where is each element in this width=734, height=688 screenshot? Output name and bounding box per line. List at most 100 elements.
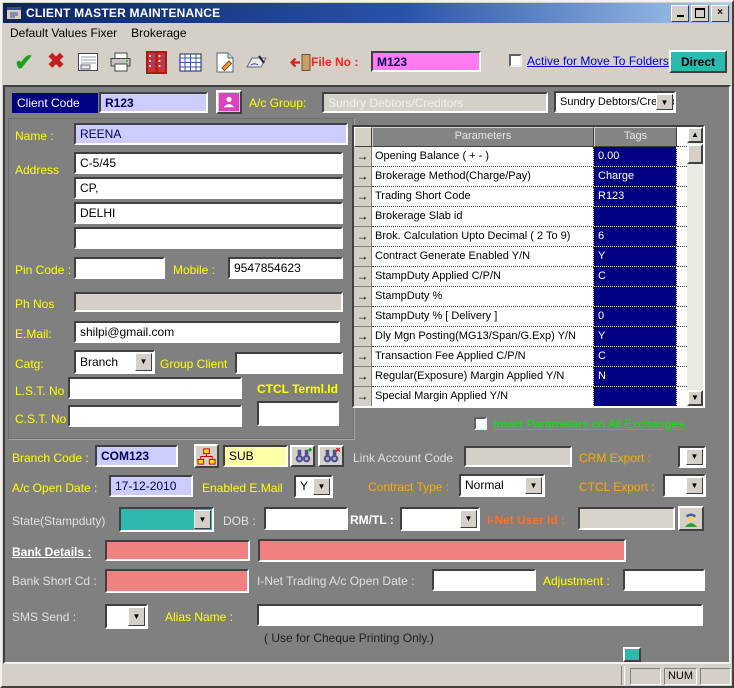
- form-icon[interactable]: [75, 49, 101, 75]
- sms-send-dropdown[interactable]: ▼: [105, 604, 148, 629]
- tag-cell[interactable]: [594, 287, 677, 307]
- active-move-label[interactable]: Active for Move To Folders: [527, 54, 669, 68]
- tag-cell[interactable]: N: [594, 367, 677, 387]
- table-row[interactable]: →StampDuty % [ Delivery ]0: [354, 307, 687, 327]
- address-line-3[interactable]: DELHI: [74, 202, 343, 224]
- row-arrow-icon[interactable]: →: [354, 327, 372, 347]
- state-stampduty-dropdown[interactable]: ▼: [119, 507, 214, 532]
- close-button[interactable]: ×: [711, 5, 729, 22]
- bank-details-field-2[interactable]: [258, 539, 626, 562]
- chevron-down-icon[interactable]: ▼: [686, 449, 703, 465]
- row-arrow-icon[interactable]: →: [354, 367, 372, 387]
- catg-dropdown[interactable]: Branch ▼: [74, 350, 155, 374]
- scroll-up-icon[interactable]: ▲: [687, 127, 703, 143]
- table-row[interactable]: →Brok. Calculation Upto Decimal ( 2 To 9…: [354, 227, 687, 247]
- chevron-down-icon[interactable]: ▼: [128, 607, 145, 626]
- email-field[interactable]: shilpi@gmail.com: [74, 321, 340, 343]
- tag-cell[interactable]: Y: [594, 247, 677, 267]
- pin-code-field[interactable]: [74, 257, 165, 279]
- bank-details-field-1[interactable]: [105, 540, 250, 561]
- tags-header[interactable]: Tags: [594, 127, 677, 147]
- table-row[interactable]: →Regular(Exposure) Margin Applied Y/NN: [354, 367, 687, 387]
- tag-cell[interactable]: 0: [594, 307, 677, 327]
- menu-default-values-fixer[interactable]: Default Values Fixer: [3, 24, 124, 42]
- row-arrow-icon[interactable]: →: [354, 287, 372, 307]
- delete-icon[interactable]: ✖: [43, 49, 69, 75]
- row-arrow-icon[interactable]: →: [354, 267, 372, 287]
- dob-field[interactable]: [264, 507, 348, 530]
- lst-no-field[interactable]: [68, 377, 242, 399]
- chevron-down-icon[interactable]: ▼: [656, 94, 673, 110]
- insert-parameters-label[interactable]: Insert Parameters on All Exchanges: [493, 417, 684, 431]
- branch-code-field[interactable]: COM123: [95, 445, 178, 467]
- table-row[interactable]: →Special Margin Applied Y/N: [354, 387, 687, 406]
- chevron-down-icon[interactable]: ▼: [460, 510, 477, 528]
- teal-indicator-button[interactable]: [623, 647, 641, 662]
- group-client-field[interactable]: [235, 352, 343, 374]
- ctcl-export-dropdown[interactable]: ▼: [663, 474, 706, 497]
- enabled-email-dropdown[interactable]: Y ▼: [294, 475, 333, 498]
- tag-cell[interactable]: Y: [594, 327, 677, 347]
- parameters-header[interactable]: Parameters: [372, 127, 594, 147]
- active-move-checkbox[interactable]: [509, 54, 522, 67]
- table-row[interactable]: →Transaction Fee Applied C/P/NC: [354, 347, 687, 367]
- bank-short-cd-field[interactable]: [105, 569, 249, 593]
- chevron-down-icon[interactable]: ▼: [194, 510, 211, 529]
- address-line-2[interactable]: CP,: [74, 177, 343, 199]
- row-arrow-icon[interactable]: →: [354, 387, 372, 406]
- save-ok-icon[interactable]: ✔: [11, 49, 37, 75]
- tag-cell[interactable]: C: [594, 347, 677, 367]
- maximize-button[interactable]: [691, 5, 709, 22]
- row-arrow-icon[interactable]: →: [354, 347, 372, 367]
- inet-user-button[interactable]: [678, 506, 704, 531]
- table-scrollbar[interactable]: ▲ ▼: [687, 127, 703, 406]
- table-row[interactable]: →StampDuty Applied C/P/NC: [354, 267, 687, 287]
- crm-export-dropdown[interactable]: ▼: [678, 446, 706, 468]
- exit-icon[interactable]: [287, 49, 313, 75]
- alias-name-field[interactable]: [257, 604, 703, 626]
- file-no-field[interactable]: M123: [371, 51, 481, 72]
- tag-cell[interactable]: [594, 207, 677, 227]
- contract-type-dropdown[interactable]: Normal ▼: [459, 474, 545, 497]
- row-arrow-icon[interactable]: →: [354, 207, 372, 227]
- table-row[interactable]: →Opening Balance ( + - )0.00: [354, 147, 687, 167]
- tag-cell[interactable]: C: [594, 267, 677, 287]
- adjustment-field[interactable]: [623, 569, 705, 591]
- ac-open-date-field[interactable]: 17-12-2010: [109, 475, 193, 497]
- chevron-down-icon[interactable]: ▼: [313, 478, 330, 495]
- table-row[interactable]: →Dly Mgn Posting(MG13/Span/G.Exp) Y/NY: [354, 327, 687, 347]
- edit-note-icon[interactable]: [211, 49, 237, 75]
- row-arrow-icon[interactable]: →: [354, 247, 372, 267]
- chevron-down-icon[interactable]: ▼: [686, 477, 703, 494]
- chevron-down-icon[interactable]: ▼: [525, 477, 542, 494]
- row-arrow-icon[interactable]: →: [354, 187, 372, 207]
- cst-no-field[interactable]: [68, 405, 242, 427]
- rm-tl-dropdown[interactable]: ▼: [400, 507, 480, 531]
- table-row[interactable]: →Brokerage Method(Charge/Pay)Charge: [354, 167, 687, 187]
- address-line-4[interactable]: [74, 227, 343, 249]
- direct-button[interactable]: Direct: [669, 50, 727, 73]
- search-add-button[interactable]: [290, 445, 315, 467]
- table-row[interactable]: →Brokerage Slab id: [354, 207, 687, 227]
- tag-cell[interactable]: Charge: [594, 167, 677, 187]
- row-arrow-icon[interactable]: →: [354, 147, 372, 167]
- client-code-field[interactable]: R123: [99, 92, 208, 113]
- tag-cell[interactable]: 0.00: [594, 147, 677, 167]
- row-arrow-icon[interactable]: →: [354, 167, 372, 187]
- table-row[interactable]: →Trading Short CodeR123: [354, 187, 687, 207]
- tag-cell[interactable]: 6: [594, 227, 677, 247]
- tag-cell[interactable]: R123: [594, 187, 677, 207]
- hierarchy-button[interactable]: [194, 444, 219, 468]
- menu-brokerage[interactable]: Brokerage: [124, 24, 193, 42]
- table-grid-icon[interactable]: [177, 49, 203, 75]
- search-clear-button[interactable]: [318, 445, 344, 467]
- scrollbar-thumb[interactable]: [687, 144, 703, 164]
- table-row[interactable]: →Contract Generate Enabled Y/NY: [354, 247, 687, 267]
- scroll-down-icon[interactable]: ▼: [687, 390, 703, 406]
- mobile-field[interactable]: 9547854623: [228, 257, 343, 279]
- ledger-icon[interactable]: [143, 49, 169, 75]
- ctcl-terml-field[interactable]: [257, 401, 339, 426]
- row-arrow-icon[interactable]: →: [354, 307, 372, 327]
- tag-cell[interactable]: [594, 387, 677, 406]
- signature-icon[interactable]: [243, 49, 269, 75]
